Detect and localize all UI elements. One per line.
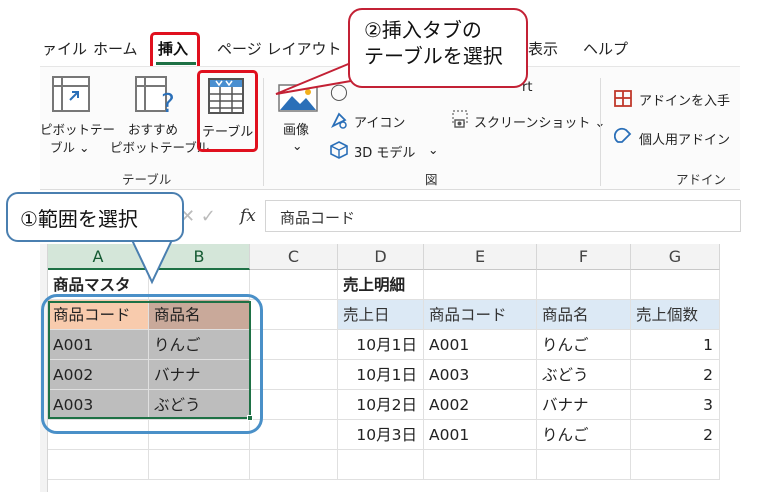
- cell-f6[interactable]: りんご: [537, 420, 631, 450]
- callout-insert-line2: テーブルを選択: [364, 44, 503, 68]
- cell-f7[interactable]: [537, 450, 631, 480]
- cell-f2[interactable]: 商品名: [537, 300, 631, 330]
- column-header-c[interactable]: C: [250, 244, 338, 270]
- column-header-f[interactable]: F: [537, 244, 631, 270]
- screenshot-icon: [452, 110, 468, 128]
- cell-f5[interactable]: バナナ: [537, 390, 631, 420]
- cell-g5[interactable]: 3: [631, 390, 720, 420]
- cell-e4[interactable]: A003: [424, 360, 537, 390]
- my-addins-icon: [614, 127, 632, 143]
- cell-d1[interactable]: 売上明細: [338, 270, 424, 300]
- cell-g6[interactable]: 2: [631, 420, 720, 450]
- group-separator: [263, 78, 264, 186]
- cell-e5[interactable]: A002: [424, 390, 537, 420]
- cell-f4[interactable]: ぶどう: [537, 360, 631, 390]
- pivot-table-icon: [52, 76, 90, 112]
- cell-g1[interactable]: [631, 270, 720, 300]
- formula-input[interactable]: 商品コード: [265, 200, 741, 232]
- pivot-table-button-line1[interactable]: ピボットテー: [40, 119, 115, 138]
- column-header-d[interactable]: D: [338, 244, 424, 270]
- insert-function-icon[interactable]: fx: [240, 206, 256, 226]
- 3d-models-button[interactable]: 3D モデル: [354, 142, 415, 161]
- column-header-g[interactable]: G: [631, 244, 720, 270]
- column-header-e[interactable]: E: [424, 244, 537, 270]
- cell-e7[interactable]: [424, 450, 537, 480]
- tab-file[interactable]: ァイル: [42, 38, 87, 59]
- recommended-pivot-line1[interactable]: おすすめ: [128, 119, 178, 138]
- cell-e6[interactable]: A001: [424, 420, 537, 450]
- group-label-addins: アドイン: [676, 172, 727, 187]
- get-addins-button[interactable]: アドインを入手: [639, 90, 730, 109]
- cell-e1[interactable]: [424, 270, 537, 300]
- group-separator: [600, 78, 601, 186]
- callout-select-range: ①範囲を選択: [6, 192, 184, 242]
- cell-b7[interactable]: [149, 450, 250, 480]
- cell-d6[interactable]: 10月3日: [338, 420, 424, 450]
- cell-c1[interactable]: [250, 270, 338, 300]
- range-highlight-ring: [41, 294, 263, 434]
- pictures-button[interactable]: 画像: [283, 119, 309, 138]
- cell-a7[interactable]: [48, 450, 149, 480]
- cell-c5[interactable]: [250, 390, 338, 420]
- cell-d3[interactable]: 10月1日: [338, 330, 424, 360]
- cell-e2[interactable]: 商品コード: [424, 300, 537, 330]
- icons-button[interactable]: アイコン: [354, 112, 405, 131]
- cell-g4[interactable]: 2: [631, 360, 720, 390]
- cell-c3[interactable]: [250, 330, 338, 360]
- callout-insert-line1: ②挿入タブの: [364, 18, 482, 42]
- cell-d4[interactable]: 10月1日: [338, 360, 424, 390]
- callout-select-range-text: ①範囲を選択: [20, 207, 138, 231]
- callout-insert-table: ②挿入タブの テーブルを選択: [348, 8, 528, 88]
- my-addins-button[interactable]: 個人用アドイン: [639, 129, 730, 148]
- 3d-models-chevron-icon[interactable]: ⌄: [428, 142, 438, 157]
- cell-c4[interactable]: [250, 360, 338, 390]
- table-button-highlight: [197, 70, 258, 152]
- cell-e3[interactable]: A001: [424, 330, 537, 360]
- cell-f1[interactable]: [537, 270, 631, 300]
- pictures-chevron-icon[interactable]: ⌄: [292, 138, 302, 153]
- 3d-models-icon: [330, 141, 348, 159]
- cancel-confirm-icons[interactable]: ✕ ✓: [180, 206, 216, 227]
- icons-icon: [330, 112, 347, 129]
- pivot-table-button-line2[interactable]: ブル ⌄: [50, 137, 89, 156]
- cell-g2[interactable]: 売上個数: [631, 300, 720, 330]
- tab-page-layout[interactable]: ページ レイアウト: [217, 38, 341, 59]
- recommended-pivot-icon: ?: [135, 76, 175, 116]
- tab-view[interactable]: 表示: [528, 38, 558, 59]
- callout-pointer-range: [131, 239, 173, 285]
- cell-f3[interactable]: りんご: [537, 330, 631, 360]
- cell-c6[interactable]: [250, 420, 338, 450]
- cell-g7[interactable]: [631, 450, 720, 480]
- recommended-pivot-line2[interactable]: ピボットテーブル: [110, 137, 209, 156]
- tab-home[interactable]: ホーム: [93, 38, 138, 59]
- group-label-tables: テーブル: [122, 172, 172, 187]
- group-label-illustrations: 図: [425, 172, 438, 187]
- svg-text:?: ?: [161, 89, 175, 116]
- formula-input-value: 商品コード: [280, 209, 356, 227]
- tab-help[interactable]: ヘルプ: [583, 38, 628, 59]
- cell-d7[interactable]: [338, 450, 424, 480]
- cell-c7[interactable]: [250, 450, 338, 480]
- cell-g3[interactable]: 1: [631, 330, 720, 360]
- cell-d5[interactable]: 10月2日: [338, 390, 424, 420]
- cell-d2[interactable]: 売上日: [338, 300, 424, 330]
- screenshot-button[interactable]: スクリーンショット ⌄: [474, 112, 605, 131]
- cell-c2[interactable]: [250, 300, 338, 330]
- get-addins-icon: [614, 90, 632, 107]
